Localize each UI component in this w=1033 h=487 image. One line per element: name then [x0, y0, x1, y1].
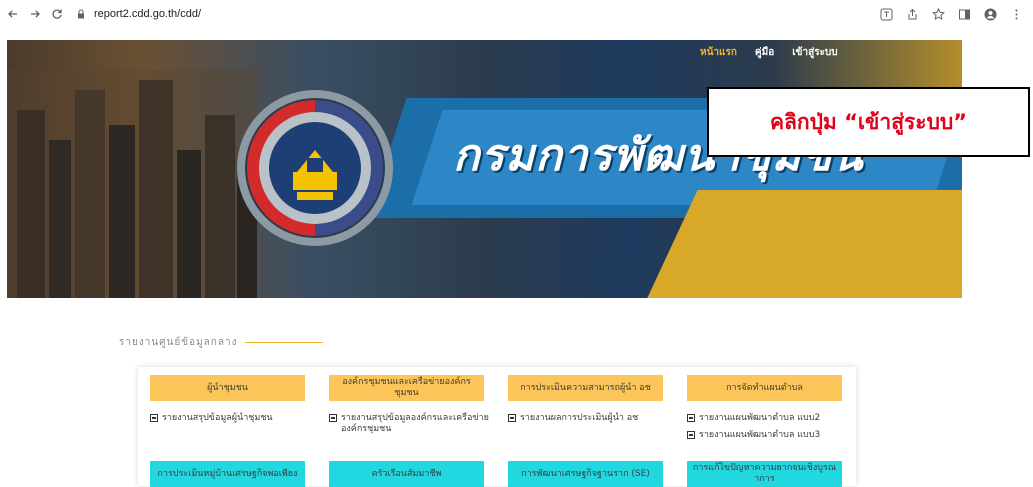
city-skyline-image: [7, 70, 257, 298]
report-doc-icon: [329, 414, 337, 422]
section-heading: รายงานศูนย์ข้อมูลกลาง: [119, 335, 324, 350]
category-column: การประเมินหมู่บ้านเศรษฐกิจพอเพียง: [150, 461, 310, 487]
browser-toolbar: report2.cdd.go.th/cdd/: [0, 0, 1033, 28]
callout-text: คลิกปุ่ม “เข้าสู่ระบบ”: [769, 109, 968, 134]
category-column: ผู้นำชุมชน รายงานสรุปข้อมูลผู้นำชุมชน: [150, 375, 310, 424]
star-icon[interactable]: [929, 5, 947, 23]
report-categories-panel: ผู้นำชุมชน รายงานสรุปข้อมูลผู้นำชุมชน อง…: [138, 367, 856, 487]
report-doc-icon: [150, 414, 158, 422]
nav-login-link[interactable]: เข้าสู่ระบบ: [792, 45, 837, 60]
report-link[interactable]: รายงานแผนพัฒนาตำบล แบบ3: [687, 430, 847, 441]
nav-home-link[interactable]: หน้าแรก: [700, 45, 737, 60]
url-text: report2.cdd.go.th/cdd/: [94, 8, 202, 20]
report-link[interactable]: รายงานแผนพัฒนาตำบล แบบ2: [687, 413, 847, 424]
report-link[interactable]: รายงานสรุปข้อมูลผู้นำชุมชน: [150, 413, 310, 424]
profile-avatar-icon[interactable]: [981, 5, 999, 23]
category-column: ครัวเรือนสัมมาชีพ: [329, 461, 489, 487]
lock-icon: [78, 9, 84, 19]
sidepanel-icon[interactable]: [955, 5, 973, 23]
report-doc-icon: [687, 431, 695, 439]
category-button-sufficiency-village[interactable]: การประเมินหมู่บ้านเศรษฐกิจพอเพียง: [150, 461, 305, 487]
category-column: การประเมินความสามารถผู้นำ อช รายงานผลการ…: [508, 375, 668, 424]
report-doc-icon: [687, 414, 695, 422]
menu-kebab-icon[interactable]: [1007, 5, 1025, 23]
department-logo: [237, 90, 393, 246]
section-title-underline: [245, 342, 324, 343]
category-column: การจัดทำแผนตำบล รายงานแผนพัฒนาตำบล แบบ2 …: [687, 375, 847, 441]
category-button-leader-assessment[interactable]: การประเมินความสามารถผู้นำ อช: [508, 375, 663, 401]
address-bar[interactable]: report2.cdd.go.th/cdd/: [76, 4, 1011, 24]
translate-icon[interactable]: [877, 5, 895, 23]
nav-manual-link[interactable]: คู่มือ: [755, 45, 774, 60]
share-icon[interactable]: [903, 5, 921, 23]
back-icon[interactable]: [4, 5, 22, 23]
forward-icon[interactable]: [26, 5, 44, 23]
category-button-subdistrict-plan[interactable]: การจัดทำแผนตำบล: [687, 375, 842, 401]
report-link[interactable]: รายงานสรุปข้อมูลองค์กรและเครือข่ายองค์กร…: [329, 413, 489, 435]
category-button-poverty-solving[interactable]: การแก้ไขปัญหาความยากจนเชิงบูรณาการ: [687, 461, 842, 487]
category-column: องค์กรชุมชนและเครือข่ายองค์กรชุมชน รายงา…: [329, 375, 489, 435]
instruction-callout: คลิกปุ่ม “เข้าสู่ระบบ”: [707, 87, 1030, 157]
category-column: การพัฒนาเศรษฐกิจฐานราก (SE): [508, 461, 668, 487]
category-button-grassroots-economy[interactable]: การพัฒนาเศรษฐกิจฐานราก (SE): [508, 461, 663, 487]
section-title-text: รายงานศูนย์ข้อมูลกลาง: [119, 337, 238, 348]
report-doc-icon: [508, 414, 516, 422]
reload-icon[interactable]: [48, 5, 66, 23]
category-button-community-organizations[interactable]: องค์กรชุมชนและเครือข่ายองค์กรชุมชน: [329, 375, 484, 401]
category-button-community-leaders[interactable]: ผู้นำชุมชน: [150, 375, 305, 401]
hero-banner: กรมการพัฒนาชุมชน: [7, 40, 962, 298]
category-column: การแก้ไขปัญหาความยากจนเชิงบูรณาการ: [687, 461, 847, 487]
report-link[interactable]: รายงานผลการประเมินผู้นำ อช: [508, 413, 668, 424]
category-button-household-livelihood[interactable]: ครัวเรือนสัมมาชีพ: [329, 461, 484, 487]
top-nav: หน้าแรก คู่มือ เข้าสู่ระบบ: [700, 45, 838, 60]
